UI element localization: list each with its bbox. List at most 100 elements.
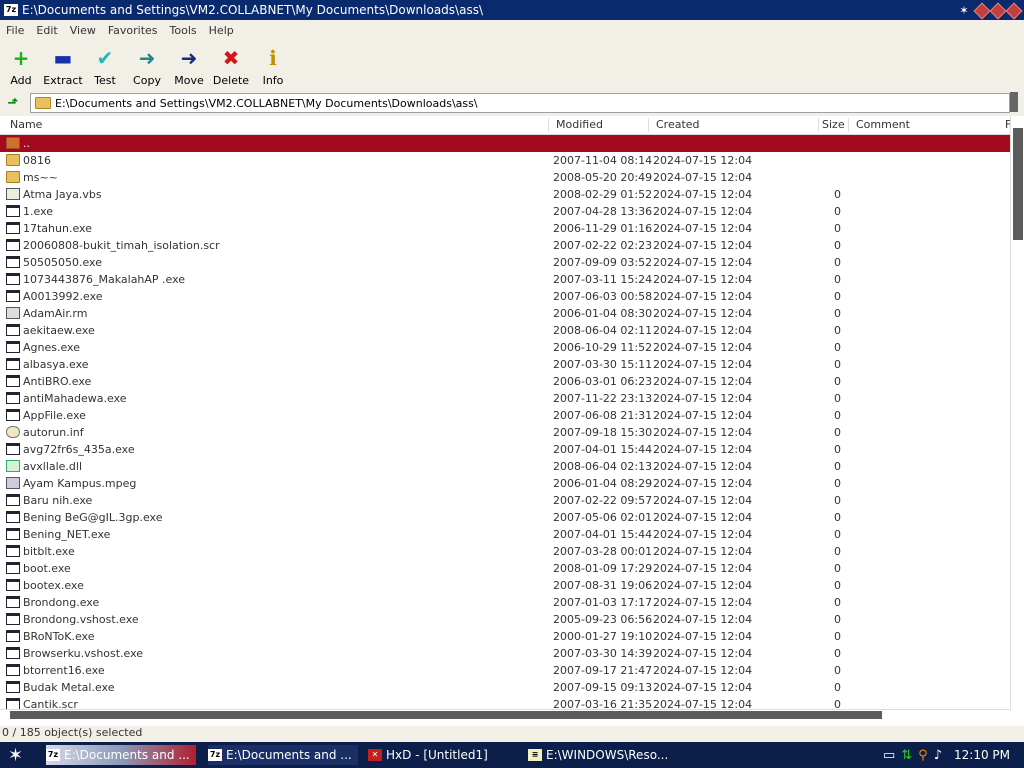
- file-row[interactable]: Browserku.vshost.exe 2007-03-30 14:39 2024…: [0, 645, 1010, 662]
- column-modified[interactable]: Modified: [556, 118, 603, 131]
- file-size: 0: [834, 613, 841, 626]
- menu-help[interactable]: Help: [203, 24, 240, 37]
- menu-file[interactable]: File: [0, 24, 30, 37]
- modified-date: 2006-03-01 06:23: [553, 375, 653, 388]
- delete-button[interactable]: ✖ Delete: [210, 46, 252, 87]
- file-row[interactable]: 1.exe 2007-04-28 13:36 2024-07-15 12:04 0: [0, 203, 1010, 220]
- exe-icon: [6, 256, 20, 268]
- horizontal-scrollbar[interactable]: [0, 709, 1010, 720]
- file-row[interactable]: boot.exe 2008-01-09 17:29 2024-07-15 12:04…: [0, 560, 1010, 577]
- file-row[interactable]: bootex.exe 2007-08-31 19:06 2024-07-15 12:…: [0, 577, 1010, 594]
- file-row[interactable]: Cantik.scr 2007-03-16 21:35 2024-07-15 12:…: [0, 696, 1010, 709]
- folder-row[interactable]: ..: [0, 135, 1010, 152]
- file-row[interactable]: 1073443876_MakalahAP .exe 2007-03-11 15:2…: [0, 271, 1010, 288]
- file-row[interactable]: Atma Jaya.vbs 2008-02-29 01:52 2024-07-15 …: [0, 186, 1010, 203]
- file-row[interactable]: Budak Metal.exe 2007-09-15 09:13 2024-07-1…: [0, 679, 1010, 696]
- menu-view[interactable]: View: [64, 24, 102, 37]
- start-menu-icon[interactable]: ✶: [8, 745, 23, 766]
- column-comment[interactable]: Comment: [856, 118, 910, 131]
- vertical-scrollbar[interactable]: [1010, 116, 1024, 710]
- file-row[interactable]: AppFile.exe 2007-06-08 21:31 2024-07-15 12…: [0, 407, 1010, 424]
- file-row[interactable]: Agnes.exe 2006-10-29 11:52 2024-07-15 12:0…: [0, 339, 1010, 356]
- exe-icon: [6, 664, 20, 676]
- hex-editor-icon: ✕: [368, 749, 382, 761]
- column-name[interactable]: Name: [10, 118, 42, 131]
- column-divider[interactable]: [548, 118, 549, 132]
- address-field[interactable]: E:\Documents and Settings\VM2.COLLABNET\…: [30, 93, 1010, 113]
- column-created[interactable]: Created: [656, 118, 700, 131]
- created-date: 2024-07-15 12:04: [653, 477, 753, 490]
- column-divider[interactable]: [818, 118, 819, 132]
- file-row[interactable]: aekitaew.exe 2008-06-04 02:11 2024-07-15 1…: [0, 322, 1010, 339]
- file-row[interactable]: 50505050.exe 2007-09-09 03:52 2024-07-15 1…: [0, 254, 1010, 271]
- menu-tools[interactable]: Tools: [164, 24, 203, 37]
- file-row[interactable]: Bening BeG@gIL.3gp.exe 2007-05-06 02:01 20…: [0, 509, 1010, 526]
- keyboard-icon[interactable]: ▭: [883, 748, 895, 763]
- file-name: AdamAir.rm: [23, 307, 88, 320]
- maximize-button[interactable]: [989, 2, 1007, 20]
- file-row[interactable]: AdamAir.rm 2006-01-04 08:30 2024-07-15 12:…: [0, 305, 1010, 322]
- file-row[interactable]: albasya.exe 2007-03-30 15:11 2024-07-15 12…: [0, 356, 1010, 373]
- file-name: Budak Metal.exe: [23, 681, 115, 694]
- file-row[interactable]: Baru nih.exe 2007-02-22 09:57 2024-07-15 1…: [0, 492, 1010, 509]
- file-row[interactable]: A0013992.exe 2007-06-03 00:58 2024-07-15 1…: [0, 288, 1010, 305]
- taskbar-item[interactable]: 7z E:\Documents and ...: [208, 745, 358, 765]
- exe-icon: [6, 613, 20, 625]
- column-size[interactable]: Size: [822, 118, 845, 131]
- file-row[interactable]: Bening_NET.exe 2007-04-01 15:44 2024-07-15…: [0, 526, 1010, 543]
- copy-button[interactable]: ➜ Copy: [126, 46, 168, 87]
- file-row[interactable]: avxllale.dll 2008-06-04 02:13 2024-07-15 1…: [0, 458, 1010, 475]
- file-row[interactable]: Brondong.exe 2007-01-03 17:17 2024-07-15 1…: [0, 594, 1010, 611]
- file-row[interactable]: Brondong.vshost.exe 2005-09-23 06:56 2024-…: [0, 611, 1010, 628]
- file-row[interactable]: AntiBRO.exe 2006-03-01 06:23 2024-07-15 12…: [0, 373, 1010, 390]
- taskbar-item[interactable]: ✕ HxD - [Untitled1]: [368, 745, 518, 765]
- folder-row[interactable]: 0816 2007-11-04 08:14 2024-07-15 12:04: [0, 152, 1010, 169]
- modified-date: 2007-04-28 13:36: [553, 205, 653, 218]
- file-row[interactable]: btorrent16.exe 2007-09-17 21:47 2024-07-15…: [0, 662, 1010, 679]
- file-row[interactable]: autorun.inf 2007-09-18 15:30 2024-07-15 12…: [0, 424, 1010, 441]
- folder-row[interactable]: ms~~ 2008-05-20 20:49 2024-07-15 12:04: [0, 169, 1010, 186]
- network-icon[interactable]: ⇅: [901, 748, 912, 763]
- created-date: 2024-07-15 12:04: [653, 681, 753, 694]
- notepad-icon: ≡: [528, 749, 542, 761]
- address-scroll-handle[interactable]: [1010, 92, 1018, 112]
- created-date: 2024-07-15 12:04: [653, 647, 753, 660]
- file-size: 0: [834, 341, 841, 354]
- extract-button[interactable]: ▬ Extract: [42, 46, 84, 87]
- taskbar-item[interactable]: 7z E:\Documents and ...: [46, 745, 196, 765]
- vertical-scroll-thumb[interactable]: [1013, 128, 1023, 240]
- exe-icon: [6, 443, 20, 455]
- move-button[interactable]: ➜ Move: [168, 46, 210, 87]
- file-row[interactable]: antiMahadewa.exe 2007-11-22 23:13 2024-07-…: [0, 390, 1010, 407]
- file-name: 0816: [23, 154, 51, 167]
- up-folder-icon[interactable]: ⬏: [4, 94, 22, 112]
- add-button[interactable]: + Add: [0, 46, 42, 87]
- file-row[interactable]: avg72fr6s_435a.exe 2007-04-01 15:44 2024-0…: [0, 441, 1010, 458]
- menu-edit[interactable]: Edit: [30, 24, 63, 37]
- search-icon[interactable]: ⚲: [918, 748, 928, 763]
- taskbar-item[interactable]: ≡ E:\WINDOWS\Reso...: [528, 745, 678, 765]
- volume-icon[interactable]: ♪: [934, 748, 942, 763]
- horizontal-scroll-thumb[interactable]: [10, 711, 882, 719]
- file-row[interactable]: BRoNToK.exe 2000-01-27 19:10 2024-07-15 12…: [0, 628, 1010, 645]
- file-name: AntiBRO.exe: [23, 375, 92, 388]
- minimize-button[interactable]: [973, 2, 991, 20]
- menu-favorites[interactable]: Favorites: [102, 24, 164, 37]
- created-date: 2024-07-15 12:04: [653, 409, 753, 422]
- column-divider[interactable]: [848, 118, 849, 132]
- test-button[interactable]: ✔ Test: [84, 46, 126, 87]
- file-row[interactable]: bitblt.exe 2007-03-28 00:01 2024-07-15 12:…: [0, 543, 1010, 560]
- file-size: 0: [834, 664, 841, 677]
- file-size: 0: [834, 375, 841, 388]
- info-button[interactable]: ℹ Info: [252, 46, 294, 87]
- modified-date: 2007-06-03 00:58: [553, 290, 653, 303]
- column-divider[interactable]: [648, 118, 649, 132]
- close-button[interactable]: [1005, 2, 1023, 20]
- modified-date: 2007-09-15 09:13: [553, 681, 653, 694]
- file-row[interactable]: 20060808-bukit_timah_isolation.scr 2007-0…: [0, 237, 1010, 254]
- pin-icon[interactable]: ✶: [956, 2, 972, 18]
- file-row[interactable]: Ayam Kampus.mpeg 2006-01-04 08:29 2024-07-…: [0, 475, 1010, 492]
- created-date: 2024-07-15 12:04: [653, 579, 753, 592]
- file-row[interactable]: 17tahun.exe 2006-11-29 01:16 2024-07-15 12…: [0, 220, 1010, 237]
- app-icon: 7z: [4, 4, 18, 16]
